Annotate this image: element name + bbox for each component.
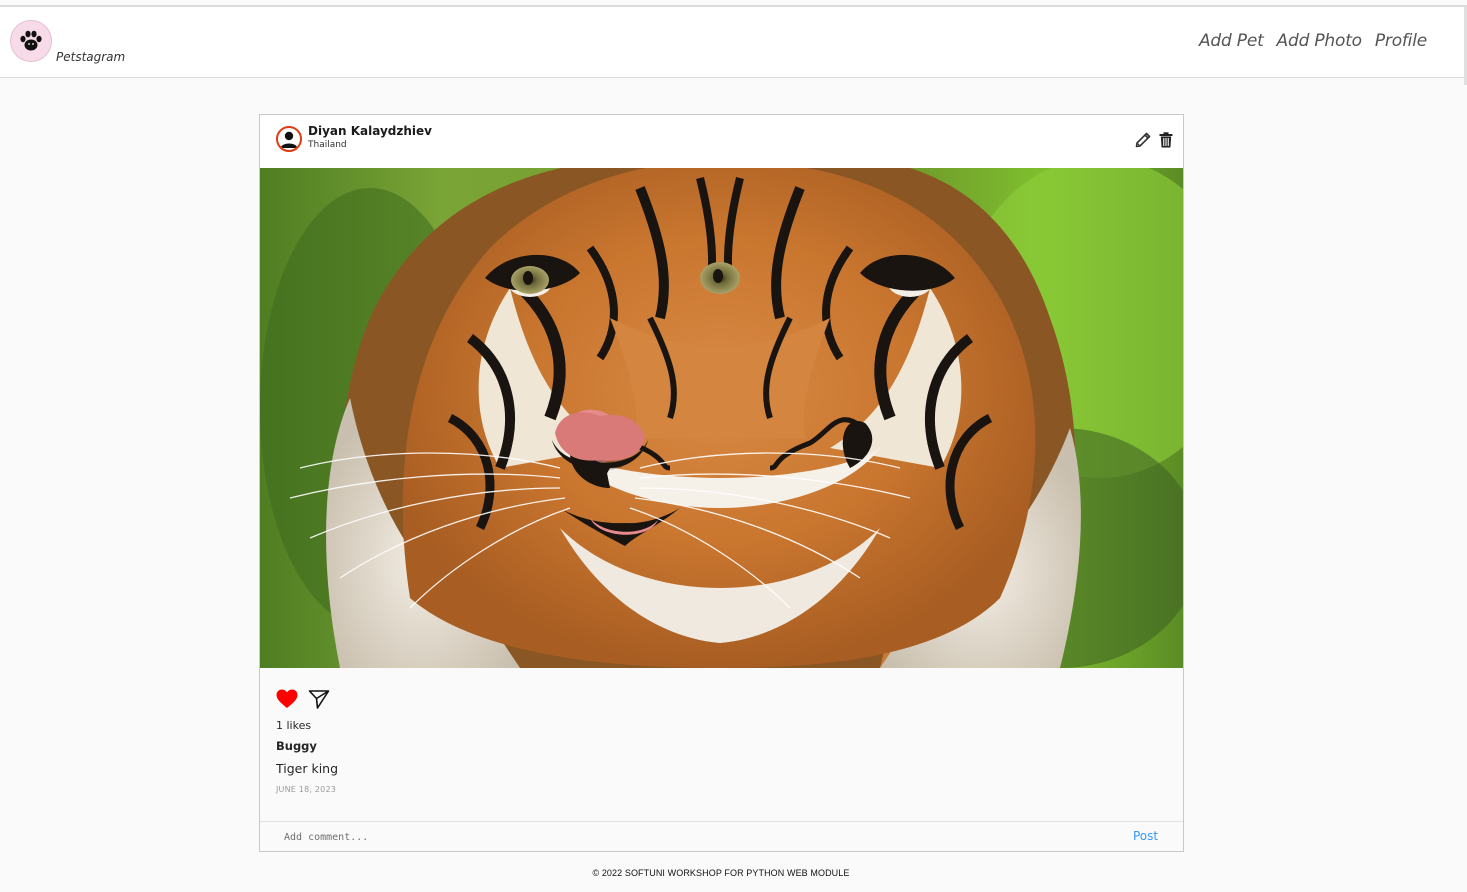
send-icon xyxy=(308,690,330,709)
owner-avatar[interactable] xyxy=(276,126,302,152)
post-caption: Tiger king xyxy=(276,761,339,776)
like-button[interactable] xyxy=(276,689,298,713)
post-header: Diyan Kalaydzhiev Thailand xyxy=(260,115,1183,168)
post-actions xyxy=(276,689,330,713)
tiger-photo xyxy=(260,168,1183,668)
user-icon xyxy=(280,131,298,148)
comment-input[interactable] xyxy=(284,829,1084,845)
post-location: Thailand xyxy=(308,140,347,150)
footer-copyright: © 2022 SOFTUNI WORKSHOP FOR PYTHON WEB M… xyxy=(592,868,850,878)
main-nav: Add Pet Add Photo Profile xyxy=(1199,31,1427,51)
pet-name-link[interactable]: Buggy xyxy=(276,739,317,753)
likes-count: 1 likes xyxy=(276,719,312,732)
site-header: Petstagram Add Pet Add Photo Profile xyxy=(0,7,1467,85)
delete-button[interactable] xyxy=(1159,132,1173,148)
share-button[interactable] xyxy=(308,689,330,713)
owner-name-link[interactable]: Diyan Kalaydzhiev xyxy=(308,124,432,138)
logo-link[interactable] xyxy=(10,20,52,62)
edit-button[interactable] xyxy=(1135,132,1151,148)
nav-add-photo[interactable]: Add Photo xyxy=(1277,31,1363,51)
trash-icon xyxy=(1159,132,1173,148)
heart-icon xyxy=(276,689,298,708)
nav-add-pet[interactable]: Add Pet xyxy=(1199,31,1264,51)
post-date: JUNE 18, 2023 xyxy=(276,785,337,794)
post-photo[interactable] xyxy=(260,168,1183,668)
nav-profile[interactable]: Profile xyxy=(1375,31,1427,51)
photo-post-card: Diyan Kalaydzhiev Thailand 1 likes Buggy… xyxy=(259,114,1184,852)
post-comment-button[interactable]: Post xyxy=(1133,829,1158,843)
brand-name: Petstagram xyxy=(56,50,126,64)
comment-form: Post xyxy=(260,821,1183,851)
pencil-icon xyxy=(1135,132,1151,148)
paw-icon xyxy=(20,30,42,51)
